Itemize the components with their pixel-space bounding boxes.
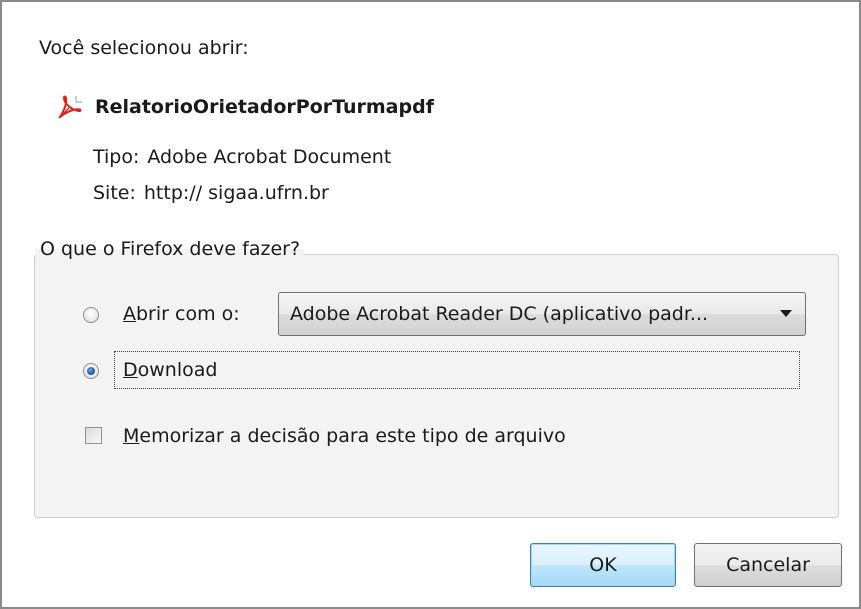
remember-label-text: emorizar a decisão para este tipo de arq… (139, 425, 566, 447)
remember-accesskey: M (123, 425, 140, 447)
remember-decision-checkbox[interactable] (85, 427, 102, 444)
file-row: RelatorioOrietadorPorTurmapdf (57, 94, 434, 120)
intro-text: Você selecionou abrir: (39, 37, 249, 59)
file-type-row: Tipo: Adobe Acrobat Document (93, 146, 391, 168)
open-with-label-text: brir com o: (136, 303, 240, 325)
download-radio[interactable] (83, 363, 99, 379)
file-site-row: Site: http:// sigaa.ufrn.br (93, 182, 329, 204)
pdf-file-icon (58, 95, 82, 119)
download-label-text: ownload (137, 359, 218, 381)
open-with-radio[interactable] (83, 307, 99, 323)
download-label[interactable]: Download (123, 359, 217, 381)
dialog-window: Você selecionou abrir: RelatorioOrietado… (0, 0, 861, 609)
application-select-value: Adobe Acrobat Reader DC (aplicativo padr… (290, 303, 709, 325)
download-accesskey: D (123, 359, 138, 381)
file-site-label: Site: (93, 182, 136, 204)
cancel-button[interactable]: Cancelar (694, 543, 842, 587)
ok-button[interactable]: OK (530, 543, 676, 587)
action-options-legend: O que o Firefox deve fazer? (36, 238, 305, 260)
file-type-label: Tipo: (93, 146, 140, 168)
open-with-accesskey: A (123, 303, 136, 325)
application-select[interactable]: Adobe Acrobat Reader DC (aplicativo padr… (278, 292, 806, 336)
file-type-value: Adobe Acrobat Document (147, 146, 392, 168)
remember-decision-label[interactable]: Memorizar a decisão para este tipo de ar… (123, 425, 566, 447)
file-site-value: http:// sigaa.ufrn.br (143, 182, 329, 204)
file-name: RelatorioOrietadorPorTurmapdf (95, 96, 434, 118)
open-with-label[interactable]: Abrir com o: (123, 303, 240, 325)
chevron-down-icon (780, 310, 792, 317)
